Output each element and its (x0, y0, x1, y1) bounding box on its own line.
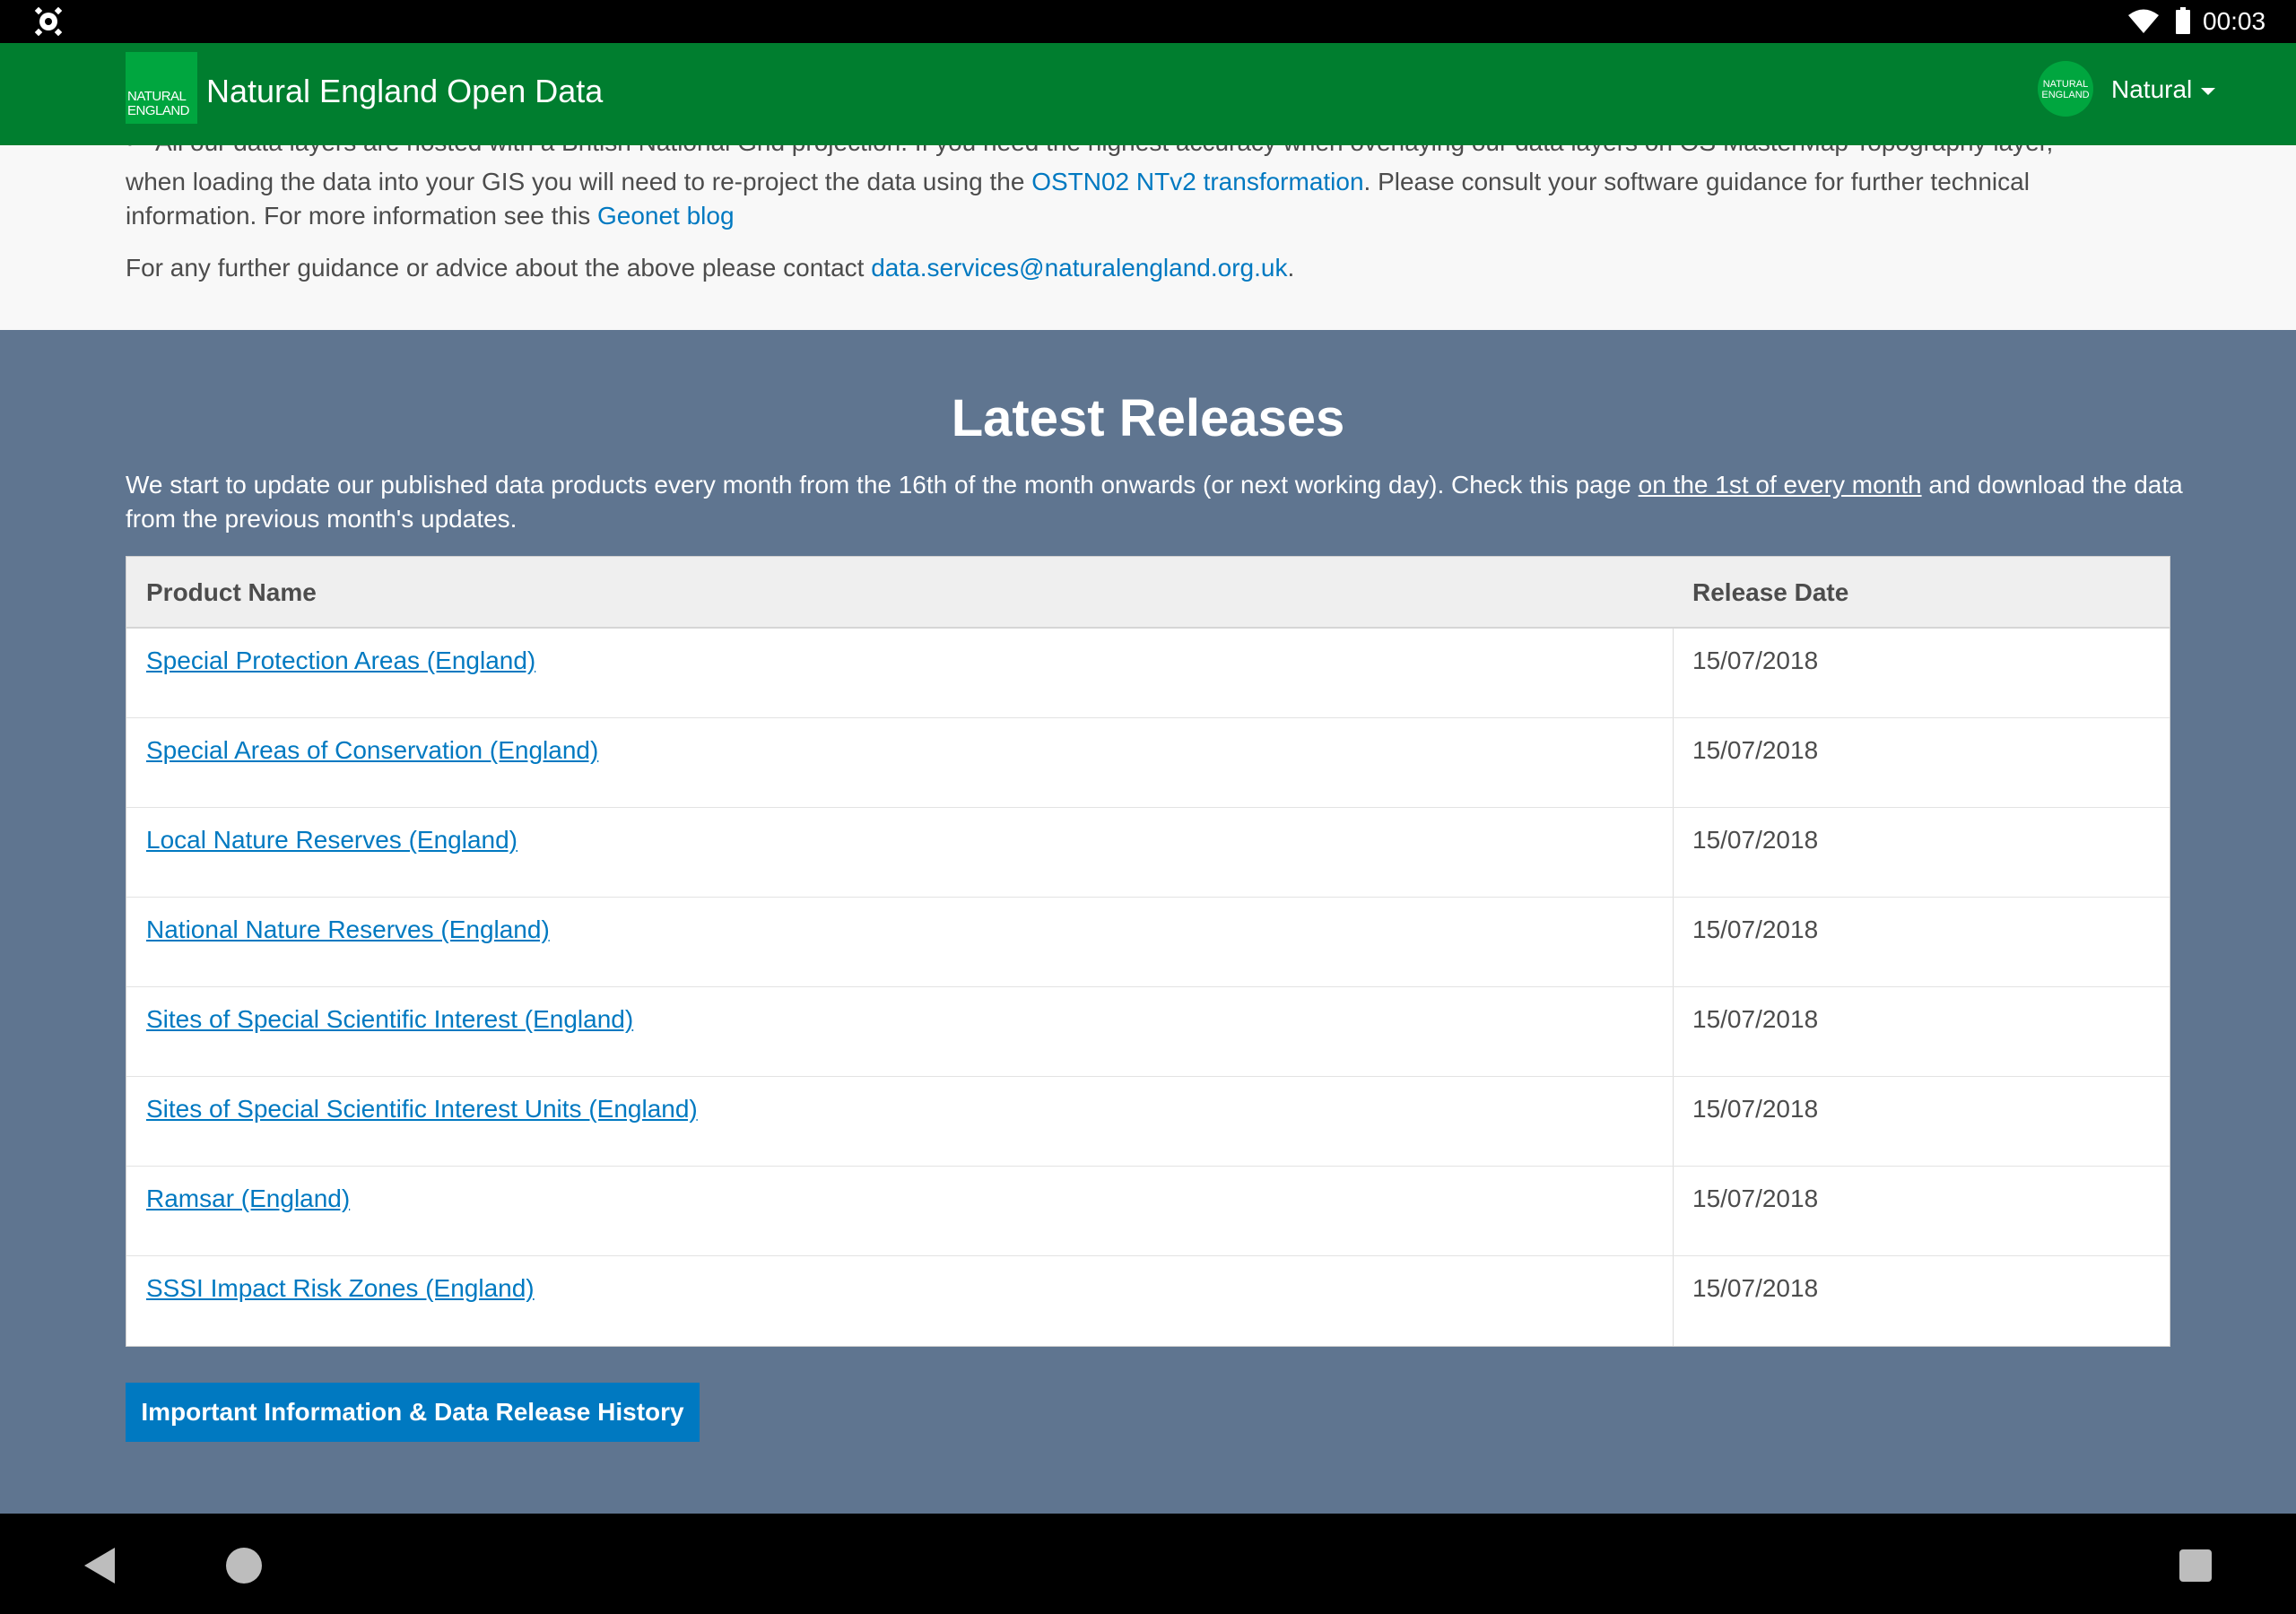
releases-intro: We start to update our published data pr… (126, 468, 2188, 536)
table-row: SSSI Impact Risk Zones (England) 15/07/2… (126, 1256, 2170, 1346)
user-menu-button[interactable]: Natural (2111, 75, 2192, 104)
data-release-history-button[interactable]: Important Information & Data Release His… (126, 1383, 700, 1442)
product-link[interactable]: SSSI Impact Risk Zones (England) (146, 1272, 535, 1305)
table-row: National Nature Reserves (England) 15/07… (126, 898, 2170, 987)
contact-text: . (1287, 254, 1295, 282)
product-link[interactable]: Special Protection Areas (England) (146, 645, 535, 677)
status-bar: 00:03 (0, 0, 2296, 43)
caret-down-icon[interactable] (2201, 88, 2215, 95)
product-link[interactable]: Local Nature Reserves (England) (146, 824, 517, 856)
column-header-product-name: Product Name (146, 578, 317, 606)
table-row: Local Nature Reserves (England) 15/07/20… (126, 808, 2170, 898)
info-line-3: information. For more information see th… (126, 199, 2206, 233)
logo-text-line2: ENGLAND (127, 103, 190, 118)
geonet-blog-link[interactable]: Geonet blog (597, 202, 735, 230)
info-text: information. For more information see th… (126, 202, 597, 230)
info-text: when loading the data into your GIS you … (126, 168, 1032, 195)
logo-text-line1: NATURAL (127, 89, 187, 104)
table-row: Special Protection Areas (England) 15/07… (126, 629, 2170, 718)
release-date: 15/07/2018 (1692, 736, 1819, 764)
release-date: 15/07/2018 (1692, 1274, 1819, 1302)
product-link[interactable]: National Nature Reserves (England) (146, 914, 550, 946)
contact-email-link[interactable]: data.services@naturalengland.org.uk (871, 254, 1287, 282)
column-header-release-date: Release Date (1692, 578, 1849, 606)
natural-england-logo[interactable]: NATURAL ENGLAND (126, 52, 197, 124)
info-section: • All our data layers are hosted with a … (0, 145, 2296, 330)
release-date: 15/07/2018 (1692, 915, 1819, 943)
contact-line: For any further guidance or advice about… (126, 251, 2206, 285)
info-text: . Please consult your software guidance … (1363, 168, 2030, 195)
table-row: Sites of Special Scientific Interest (En… (126, 987, 2170, 1077)
release-date: 15/07/2018 (1692, 646, 1819, 674)
release-date: 15/07/2018 (1692, 826, 1819, 854)
contact-text: For any further guidance or advice about… (126, 254, 872, 282)
back-triangle-icon[interactable] (84, 1548, 115, 1584)
release-date: 15/07/2018 (1692, 1005, 1819, 1033)
first-of-month-link[interactable]: on the 1st of every month (1639, 471, 1922, 499)
product-link[interactable]: Special Areas of Conservation (England) (146, 734, 598, 767)
user-avatar[interactable]: NATURAL ENGLAND (2038, 61, 2093, 117)
table-row: Special Areas of Conservation (England) … (126, 718, 2170, 808)
product-link[interactable]: Ramsar (England) (146, 1183, 350, 1215)
app-title[interactable]: Natural England Open Data (206, 72, 603, 111)
ostn02-link[interactable]: OSTN02 NTv2 transformation (1031, 168, 1363, 195)
release-date: 15/07/2018 (1692, 1184, 1819, 1212)
intro-text: We start to update our published data pr… (126, 471, 1639, 499)
settings-bug-icon (34, 6, 63, 37)
android-nav-bar (0, 1514, 2296, 1614)
battery-icon (2176, 7, 2190, 34)
product-link[interactable]: Sites of Special Scientific Interest (En… (146, 1003, 633, 1036)
info-bullet-text: All our data layers are hosted with a Br… (155, 145, 2053, 156)
product-link[interactable]: Sites of Special Scientific Interest Uni… (146, 1093, 698, 1125)
app-header: NATURAL ENGLAND Natural England Open Dat… (0, 43, 2296, 145)
table-row: Ramsar (England) 15/07/2018 (126, 1167, 2170, 1256)
status-time: 00:03 (2203, 7, 2266, 35)
recents-square-icon[interactable] (2179, 1549, 2212, 1582)
latest-releases-title: Latest Releases (951, 389, 1345, 447)
table-header: Product Name Release Date (126, 557, 2170, 629)
release-date: 15/07/2018 (1692, 1095, 1819, 1123)
info-line-2: when loading the data into your GIS you … (126, 165, 2206, 199)
releases-table: Product Name Release Date Special Protec… (126, 556, 2170, 1347)
info-bullet: • All our data layers are hosted with a … (126, 145, 2206, 160)
wifi-icon (2128, 9, 2159, 33)
avatar-text: NATURAL ENGLAND (2041, 79, 2090, 100)
home-circle-icon[interactable] (226, 1548, 262, 1584)
table-row: Sites of Special Scientific Interest Uni… (126, 1077, 2170, 1167)
